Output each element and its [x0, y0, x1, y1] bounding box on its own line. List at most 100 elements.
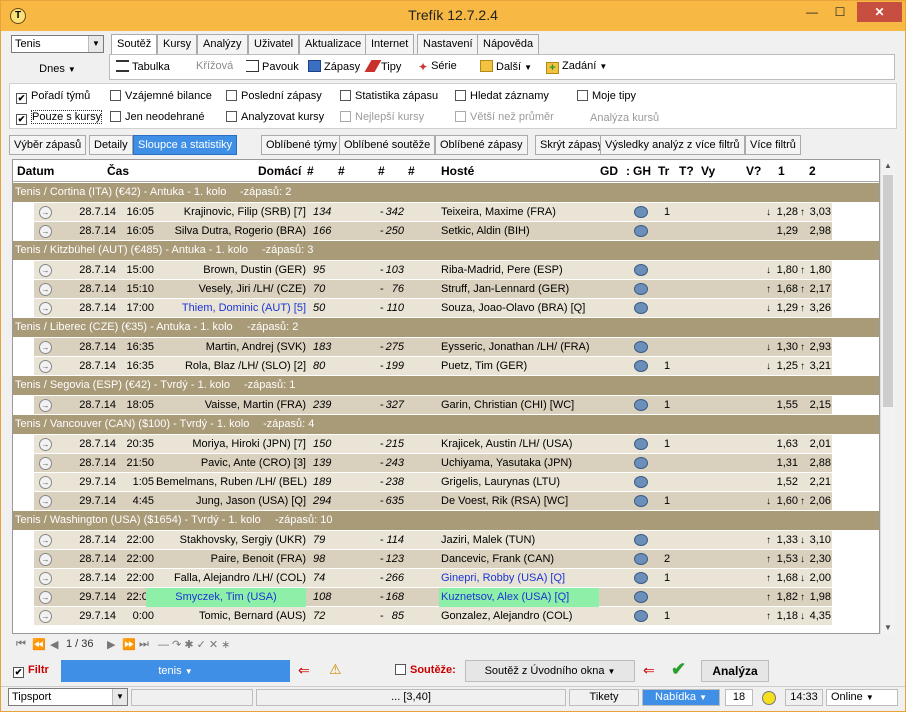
menu-tab[interactable]: Soutěž — [111, 34, 158, 55]
table-row[interactable]: → 28.7.14 15:10 Vesely, Jiri /LH/ (CZE) 70-7… — [34, 280, 832, 299]
pager-actions[interactable]: — ↷ ✱ ✓ ✕ ∗ — [158, 638, 230, 651]
minimize-button[interactable]: — — [799, 2, 825, 22]
filter-checkbox[interactable]: ✔ Filtr — [13, 664, 49, 678]
col-rank3[interactable]: # — [378, 164, 385, 178]
table-row[interactable]: → 29.7.14 4:45 Jung, Jason (USA) [Q] 294-635… — [34, 492, 832, 511]
table-row[interactable]: → 29.7.14 0:00 Tomic, Bernard (AUS) 72-85 Gon… — [34, 607, 832, 626]
sub-tab[interactable]: Oblíbené týmy — [261, 135, 342, 155]
sub-tab[interactable]: Skrýt zápasy — [535, 135, 608, 155]
eye-icon[interactable] — [634, 591, 648, 603]
eye-icon[interactable] — [634, 495, 648, 507]
sub-tab[interactable]: Výsledky analýz z více filtrů — [600, 135, 745, 155]
next-fast-icon[interactable]: ⏩ — [122, 638, 136, 651]
row-expand-icon[interactable]: → — [39, 341, 52, 354]
sub-tab[interactable]: Oblíbené soutěže — [339, 135, 436, 155]
row-expand-icon[interactable]: → — [39, 302, 52, 315]
eye-icon[interactable] — [634, 206, 648, 218]
warning-person-icon[interactable]: ⚠ — [329, 661, 345, 679]
menu-tab[interactable]: Kursy — [157, 34, 198, 54]
col-gd[interactable]: GD — [600, 164, 618, 178]
krizova-button[interactable]: Křížová — [196, 60, 233, 72]
col-rank4[interactable]: # — [408, 164, 415, 178]
eye-icon[interactable] — [634, 302, 648, 314]
zapasy-button[interactable]: Zápasy — [308, 60, 360, 73]
eye-icon[interactable] — [634, 225, 648, 237]
online-select[interactable]: Online ▼ — [826, 689, 898, 706]
option-checkbox[interactable]: Hledat záznamy — [455, 90, 549, 102]
row-expand-icon[interactable]: → — [39, 495, 52, 508]
eye-icon[interactable] — [634, 610, 648, 622]
row-expand-icon[interactable]: → — [39, 476, 52, 489]
row-expand-icon[interactable]: → — [39, 283, 52, 296]
option-checkbox[interactable]: Jen neodehrané — [110, 111, 205, 123]
col-domaci[interactable]: Domácí — [258, 164, 301, 178]
table-row[interactable]: → 28.7.14 22:00 Stakhovsky, Sergiy (UKR) 79-… — [34, 531, 832, 550]
option-checkbox[interactable]: ✔ Pořadí týmů — [16, 90, 90, 104]
menu-tab[interactable]: Internet — [365, 34, 415, 54]
row-expand-icon[interactable]: → — [39, 206, 52, 219]
checkmark-icon[interactable]: ✔ — [671, 659, 686, 680]
col-tq[interactable]: T? — [679, 164, 694, 178]
last-page-icon[interactable]: ⏭ — [139, 638, 149, 651]
sub-tab[interactable]: Výběr zápasů — [9, 135, 87, 155]
option-checkbox[interactable]: ✔ Pouze s kursy — [16, 110, 103, 125]
group-header[interactable]: Tenis / Liberec (CZE) (€35) - Antuka - 1… — [13, 318, 879, 337]
option-checkbox[interactable]: Moje tipy — [577, 90, 636, 102]
col-k2[interactable]: 2 — [809, 164, 816, 178]
sub-tab[interactable]: Detaily — [89, 135, 133, 155]
maximize-button[interactable]: ☐ — [827, 2, 853, 22]
eye-icon[interactable] — [634, 553, 648, 565]
arrow-left-icon[interactable]: ⇐ — [643, 662, 655, 679]
group-header[interactable]: Tenis / Cortina (ITA) (€42) - Antuka - 1… — [13, 183, 879, 202]
group-header[interactable]: Tenis / Vancouver (CAN) ($100) - Tvrdý -… — [13, 415, 879, 434]
bookmaker-select[interactable]: Tipsport ▼ — [8, 688, 128, 706]
eye-icon[interactable] — [634, 457, 648, 469]
tikety-button[interactable]: Tikety — [569, 689, 639, 706]
zadani-button[interactable]: + Zadání ▼ — [546, 60, 607, 74]
group-header[interactable]: Tenis / Washington (USA) ($1654) - Tvrdý… — [13, 511, 879, 530]
eye-icon[interactable] — [634, 438, 648, 450]
soutez-checkbox[interactable]: Soutěže: — [395, 664, 456, 676]
table-row[interactable]: → 28.7.14 16:05 Krajinovic, Filip (SRB) [7]… — [34, 203, 832, 222]
sub-tab[interactable]: Sloupce a statistiky — [133, 135, 238, 155]
scroll-up-icon[interactable]: ▲ — [884, 161, 892, 170]
scroll-down-icon[interactable]: ▼ — [884, 623, 892, 632]
scrollbar-thumb[interactable] — [883, 175, 893, 407]
menu-tab[interactable]: Analýzy — [197, 34, 248, 54]
eye-icon[interactable] — [634, 399, 648, 411]
option-checkbox[interactable]: Statistika zápasu — [340, 90, 438, 102]
col-rank2[interactable]: # — [338, 164, 345, 178]
tipy-button[interactable]: Tipy — [364, 60, 401, 73]
row-expand-icon[interactable]: → — [39, 572, 52, 585]
sub-tab[interactable]: Oblíbené zápasy — [435, 135, 528, 155]
pavouk-button[interactable]: Pavouk — [246, 60, 299, 73]
nabidka-button[interactable]: Nabídka ▼ — [642, 689, 720, 706]
table-row[interactable]: → 28.7.14 20:35 Moriya, Hiroki (JPN) [7] 150… — [34, 435, 832, 454]
col-datum[interactable]: Datum — [17, 164, 54, 178]
row-expand-icon[interactable]: → — [39, 591, 52, 604]
table-row[interactable]: → 28.7.14 16:05 Silva Dutra, Rogerio (BRA) 1… — [34, 222, 832, 241]
table-row[interactable]: → 28.7.14 22:00 Paire, Benoit (FRA) 98-123 Da… — [34, 550, 832, 569]
menu-tab[interactable]: Aktualizace — [299, 34, 368, 54]
col-vq[interactable]: V? — [746, 164, 761, 178]
table-row[interactable]: → 28.7.14 16:35 Rola, Blaz /LH/ (SLO) [2] 80… — [34, 357, 832, 376]
col-k1[interactable]: 1 — [778, 164, 785, 178]
eye-icon[interactable] — [634, 264, 648, 276]
prev-page-icon[interactable]: ◀ — [50, 638, 58, 651]
col-vy[interactable]: Vy — [701, 164, 715, 178]
eye-icon[interactable] — [634, 360, 648, 372]
option-checkbox[interactable]: Poslední zápasy — [226, 90, 322, 102]
tabulka-button[interactable]: Tabulka — [116, 60, 170, 73]
option-checkbox[interactable]: Vzájemné bilance — [110, 90, 212, 102]
sport-select[interactable]: Tenis ▼ — [11, 35, 104, 53]
col-gh[interactable]: GH — [633, 164, 651, 178]
row-expand-icon[interactable]: → — [39, 438, 52, 451]
menu-tab[interactable]: Nápověda — [477, 34, 540, 54]
soutez-select[interactable]: Soutěž z Úvodního okna ▼ — [465, 660, 635, 682]
dalsi-button[interactable]: Další ▼ — [480, 60, 532, 73]
date-button[interactable]: Dnes ▼ — [11, 59, 104, 79]
col-tr[interactable]: Tr — [658, 164, 669, 178]
table-row[interactable]: → 28.7.14 16:35 Martin, Andrej (SVK) 183-275… — [34, 338, 832, 357]
sub-tab[interactable]: Více filtrů — [745, 135, 801, 155]
table-row[interactable]: → 28.7.14 21:50 Pavic, Ante (CRO) [3] 139-24… — [34, 454, 832, 473]
